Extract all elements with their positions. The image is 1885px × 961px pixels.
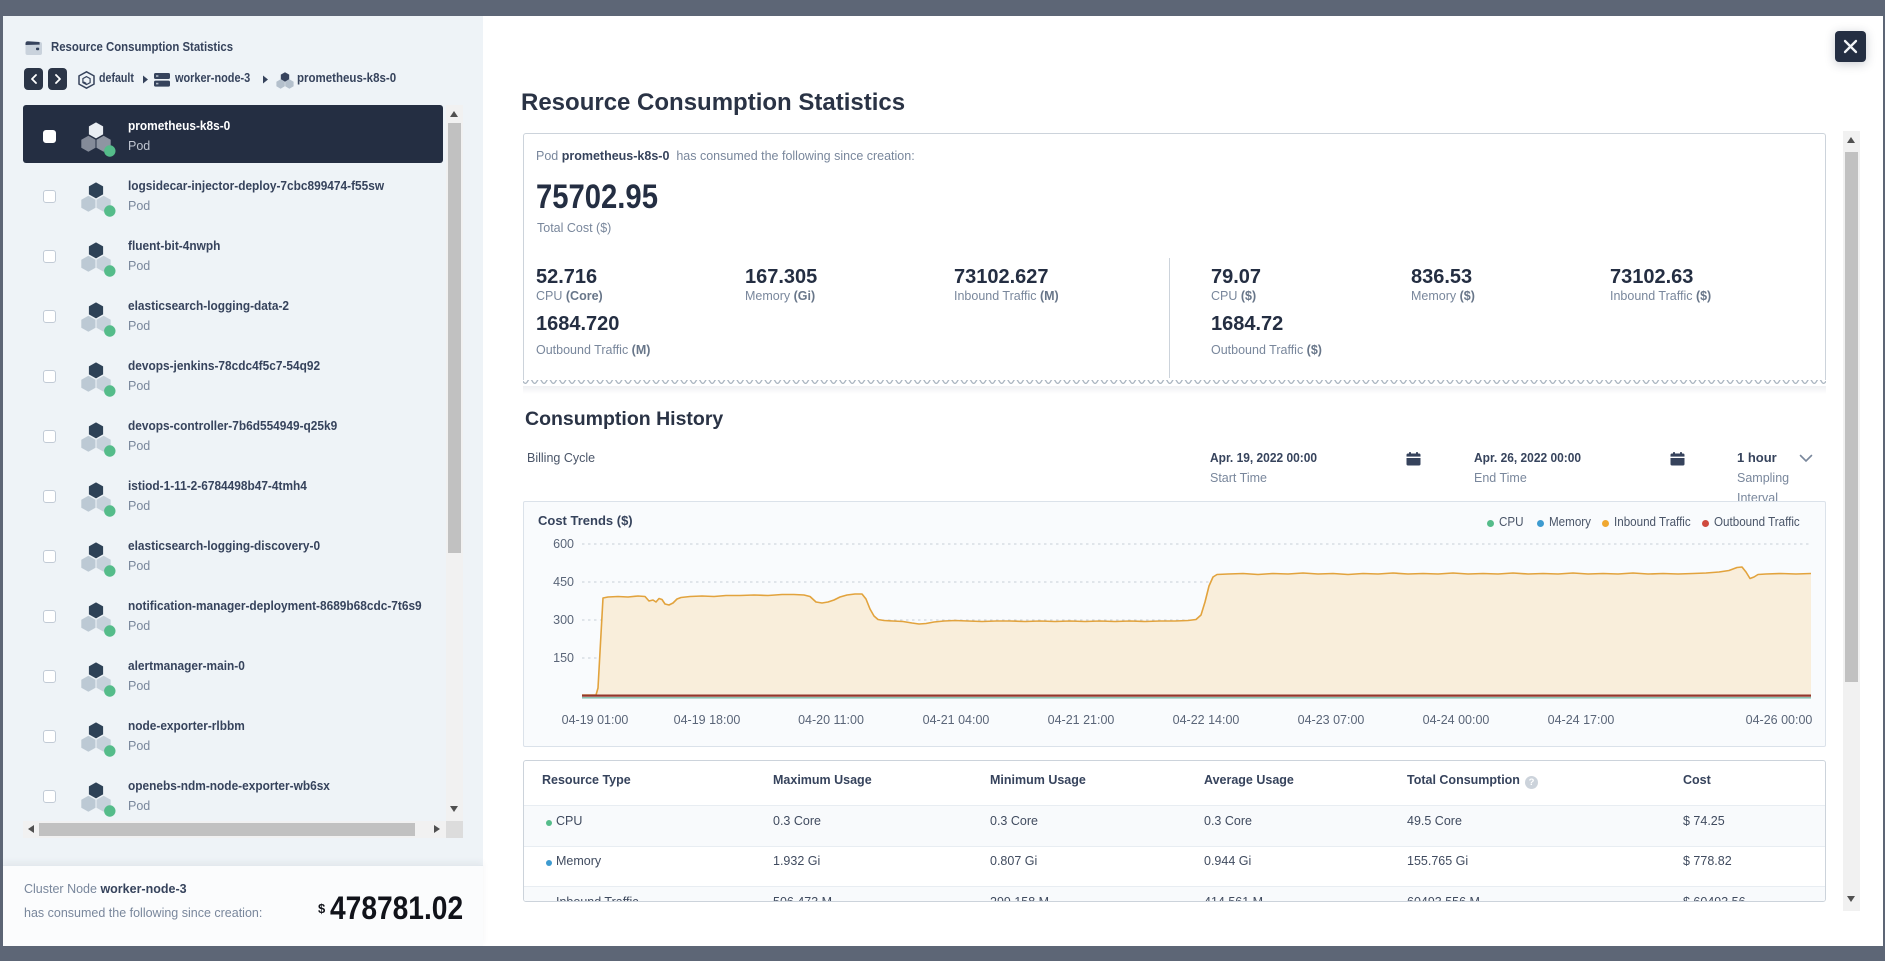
svg-text:04-24 17:00: 04-24 17:00	[1548, 713, 1615, 727]
svg-text:600: 600	[553, 537, 574, 551]
svg-text:300: 300	[553, 613, 574, 627]
svg-text:04-22 14:00: 04-22 14:00	[1173, 713, 1240, 727]
svg-text:04-19 18:00: 04-19 18:00	[674, 713, 741, 727]
svg-text:150: 150	[553, 651, 574, 665]
svg-text:04-24 00:00: 04-24 00:00	[1423, 713, 1490, 727]
svg-text:04-21 21:00: 04-21 21:00	[1048, 713, 1115, 727]
svg-text:04-20 11:00: 04-20 11:00	[798, 713, 864, 727]
svg-text:04-23 07:00: 04-23 07:00	[1298, 713, 1365, 727]
svg-text:04-21 04:00: 04-21 04:00	[923, 713, 990, 727]
svg-text:04-19 01:00: 04-19 01:00	[562, 713, 629, 727]
svg-text:450: 450	[553, 575, 574, 589]
svg-text:04-26 00:00: 04-26 00:00	[1746, 713, 1813, 727]
